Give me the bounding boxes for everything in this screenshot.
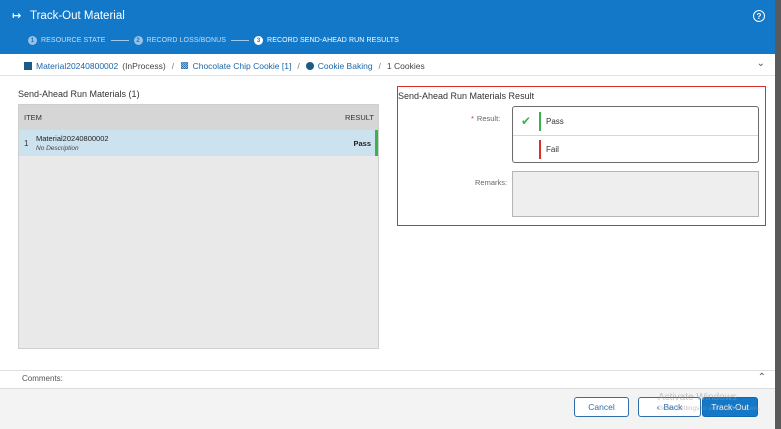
dialog-header: ↦ Track-Out Material ? 1 RESOURCE STATE … <box>0 0 775 54</box>
comments-label[interactable]: Comments: <box>22 374 63 383</box>
row-material-name: Material20240800002 <box>36 134 109 143</box>
result-options: ✔ Pass Fail <box>512 106 759 163</box>
step-icon <box>305 61 314 70</box>
row-description: No Description <box>36 145 79 152</box>
breadcrumb: Material20240800002 (InProcess) / ▩ Choc… <box>24 60 425 71</box>
product-icon: ▩ <box>180 60 189 70</box>
row-index: 1 <box>24 138 29 148</box>
breadcrumb-separator: / <box>378 60 381 71</box>
result-panel-title: Send-Ahead Run Materials Result <box>398 91 535 101</box>
step-connector <box>231 40 250 41</box>
breadcrumb-product-link[interactable]: Chocolate Chip Cookie [1] <box>193 61 292 71</box>
result-field-label: * Result: <box>471 114 500 123</box>
step-number: 2 <box>133 36 143 45</box>
remarks-label: Remarks: <box>475 178 508 187</box>
activate-windows-subtext: Go to Settings to activate Windows. <box>658 405 761 412</box>
title-row: ↦ Track-Out Material <box>12 9 125 23</box>
result-option-pass[interactable]: ✔ Pass <box>513 107 758 135</box>
result-option-fail[interactable]: Fail <box>513 135 758 163</box>
table-header: ITEM RESULT <box>19 105 378 130</box>
send-ahead-result-panel: Send-Ahead Run Materials Result * Result:… <box>397 86 766 226</box>
material-icon <box>24 61 32 70</box>
step-label: RECORD SEND-AHEAD RUN RESULTS <box>267 37 399 44</box>
send-ahead-materials-table: ITEM RESULT 1 Material20240800002 No Des… <box>18 104 379 349</box>
required-marker: * <box>471 114 474 123</box>
column-header-item: ITEM <box>24 113 42 122</box>
track-out-arrow-icon: ↦ <box>12 10 22 22</box>
chevron-up-icon[interactable]: ⌃ <box>758 372 766 383</box>
step-label: RESOURCE STATE <box>41 37 106 44</box>
divider <box>0 370 775 371</box>
column-header-result: RESULT <box>344 113 374 122</box>
breadcrumb-material-link[interactable]: Material20240800002 <box>36 61 118 71</box>
divider <box>0 75 775 76</box>
check-icon: ✔ <box>520 114 532 128</box>
step-number: 3 <box>254 36 264 45</box>
table-row[interactable]: 1 Material20240800002 No Description Pas… <box>19 130 378 156</box>
dialog-title: Track-Out Material <box>30 9 125 22</box>
pass-color-bar <box>539 111 541 131</box>
option-label: Pass <box>546 116 564 126</box>
row-pass-indicator <box>375 130 378 156</box>
breadcrumb-separator: / <box>297 60 300 71</box>
breadcrumb-step-link[interactable]: Cookie Baking <box>318 61 373 71</box>
step-record-loss-bonus[interactable]: 2 RECORD LOSS/BONUS <box>133 36 227 45</box>
fail-color-bar <box>539 140 541 159</box>
step-resource-state[interactable]: 1 RESOURCE STATE <box>28 36 106 45</box>
wizard-steps: 1 RESOURCE STATE 2 RECORD LOSS/BONUS 3 R… <box>28 36 399 45</box>
breadcrumb-quantity: 1 Cookies <box>386 60 425 71</box>
step-connector <box>110 40 129 41</box>
breadcrumb-material-state: (InProcess) <box>122 60 166 71</box>
breadcrumb-separator: / <box>171 60 175 71</box>
step-number: 1 <box>28 36 37 45</box>
option-label: Fail <box>546 145 559 154</box>
send-ahead-materials-title: Send-Ahead Run Materials (1) <box>18 89 140 99</box>
help-icon[interactable]: ? <box>753 10 765 22</box>
step-label: RECORD LOSS/BONUS <box>146 37 227 44</box>
step-send-ahead-results[interactable]: 3 RECORD SEND-AHEAD RUN RESULTS <box>254 36 399 45</box>
row-main: Material20240800002 No Description <box>36 134 109 152</box>
result-label-text: Result: <box>476 114 501 123</box>
activate-windows-watermark: Activate Windows <box>658 392 737 403</box>
track-out-dialog: ↦ Track-Out Material ? 1 RESOURCE STATE … <box>0 0 775 429</box>
remarks-textarea[interactable] <box>512 171 759 217</box>
row-result: Pass <box>353 139 371 148</box>
chevron-down-icon[interactable]: ⌄ <box>757 58 765 69</box>
cancel-button[interactable]: Cancel <box>574 397 629 417</box>
